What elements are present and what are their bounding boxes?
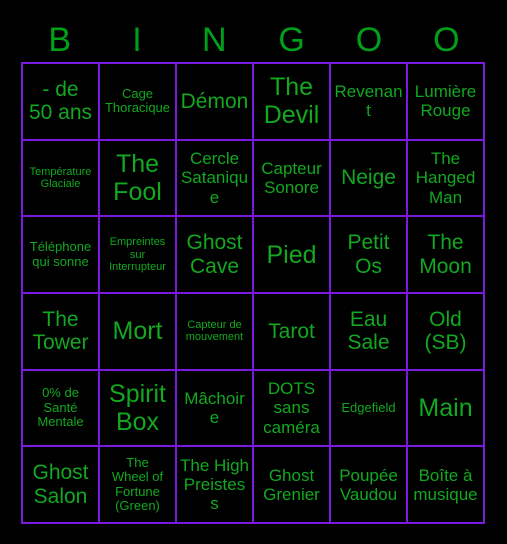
bingo-cell[interactable]: Cage Thoracique bbox=[100, 64, 177, 141]
bingo-cell[interactable]: Démon bbox=[177, 64, 254, 141]
bingo-cell-label: The Fool bbox=[113, 149, 162, 206]
bingo-cell[interactable]: Pied bbox=[254, 217, 331, 294]
bingo-cell[interactable]: The Moon bbox=[408, 217, 485, 294]
bingo-cell[interactable]: The Wheel of Fortune (Green) bbox=[100, 447, 177, 524]
bingo-cell-label: The Hanged Man bbox=[415, 149, 476, 207]
bingo-card: B I N G O O - de 50 ans Cage Thoracique Démon The D… bbox=[0, 0, 507, 544]
bingo-cell[interactable]: Ghost Cave bbox=[177, 217, 254, 294]
bingo-cell[interactable]: The Fool bbox=[100, 140, 177, 218]
bingo-cell[interactable]: Old (SB) bbox=[408, 293, 485, 371]
bingo-cell[interactable]: Ghost Salon bbox=[23, 447, 100, 524]
bingo-cell[interactable]: The Tower bbox=[23, 293, 100, 371]
bingo-cell[interactable]: 0% de Santé Mentale bbox=[23, 370, 100, 448]
bingo-cell[interactable]: DOTS sans caméra bbox=[254, 370, 331, 448]
bingo-cell-label: Edgefield bbox=[341, 399, 396, 415]
bingo-cell-label: Température Glaciale bbox=[29, 165, 92, 190]
bingo-header-letter: O bbox=[433, 20, 460, 59]
bingo-cell[interactable]: The Hanged Man bbox=[408, 140, 485, 218]
bingo-cell-label: The Tower bbox=[32, 307, 89, 355]
bingo-cell-label: Cercle Satanique bbox=[180, 149, 249, 207]
bingo-cell[interactable]: Capteur Sonore bbox=[254, 140, 331, 218]
bingo-cell[interactable]: Poupée Vaudou bbox=[331, 447, 408, 524]
bingo-header-row: BINGOO bbox=[21, 17, 485, 62]
bingo-cell[interactable]: Cercle Satanique bbox=[177, 140, 254, 218]
bingo-cell-label: Boîte à musique bbox=[413, 465, 478, 504]
bingo-cell-label: Neige bbox=[341, 166, 396, 190]
bingo-cell[interactable]: Lumière Rouge bbox=[408, 64, 485, 141]
bingo-cell-label: The Devil bbox=[263, 73, 320, 130]
bingo-cell-label: Cage Thoracique bbox=[104, 85, 171, 116]
bingo-header-letter: B bbox=[48, 20, 71, 59]
bingo-header-letter: G bbox=[278, 20, 305, 59]
bingo-cell[interactable]: Neige bbox=[331, 140, 408, 218]
bingo-cell[interactable]: Boîte à musique bbox=[408, 447, 485, 524]
bingo-grid: - de 50 ans Cage Thoracique Démon The Devil Rev… bbox=[21, 62, 485, 524]
bingo-cell-label: The High Preistess bbox=[180, 456, 249, 514]
bingo-cell[interactable]: Capteur de mouvement bbox=[177, 293, 254, 371]
bingo-cell-label: Main bbox=[418, 393, 473, 422]
bingo-cell-label: 0% de Santé Mentale bbox=[37, 385, 84, 430]
bingo-cell-label: Capteur de mouvement bbox=[185, 319, 244, 344]
bingo-cell[interactable]: Eau Sale bbox=[331, 293, 408, 371]
bingo-cell[interactable]: Téléphone qui sonne bbox=[23, 217, 100, 294]
bingo-cell-label: Capteur Sonore bbox=[261, 158, 322, 197]
bingo-cell-label: Ghost Cave bbox=[186, 231, 243, 278]
bingo-cell-label: Démon bbox=[180, 89, 249, 113]
bingo-cell-label: Lumière Rouge bbox=[414, 82, 477, 121]
bingo-header-letter: O bbox=[355, 20, 383, 59]
bingo-cell[interactable]: Petit Os bbox=[331, 217, 408, 294]
bingo-header-letter: N bbox=[202, 20, 227, 59]
bingo-cell[interactable]: Température Glaciale bbox=[23, 140, 100, 218]
bingo-cell-label: Ghost Grenier bbox=[263, 465, 320, 504]
bingo-cell-label: Empreintes sur Interrupteur bbox=[109, 236, 166, 273]
bingo-cell[interactable]: The Devil bbox=[254, 64, 331, 141]
bingo-cell-label: The Wheel of Fortune (Green) bbox=[111, 454, 164, 514]
bingo-cell-label: Tarot bbox=[268, 319, 315, 343]
bingo-cell-label: Revenant bbox=[334, 82, 403, 121]
bingo-cell[interactable]: Edgefield bbox=[331, 370, 408, 448]
bingo-cell[interactable]: Mâchoire bbox=[177, 370, 254, 448]
bingo-cell[interactable]: Tarot bbox=[254, 293, 331, 371]
bingo-cell-label: Petit Os bbox=[347, 231, 390, 278]
bingo-cell-label: Mort bbox=[112, 317, 163, 346]
bingo-cell[interactable]: Empreintes sur Interrupteur bbox=[100, 217, 177, 294]
bingo-cell-label: Spirit Box bbox=[109, 379, 166, 436]
bingo-cell-label: Eau Sale bbox=[347, 307, 390, 355]
bingo-cell-label: Poupée Vaudou bbox=[339, 465, 398, 504]
bingo-cell-label: Téléphone qui sonne bbox=[29, 239, 92, 269]
bingo-header-letter: I bbox=[132, 20, 142, 59]
bingo-cell-label: - de 50 ans bbox=[28, 77, 93, 125]
bingo-cell[interactable]: The High Preistess bbox=[177, 447, 254, 524]
bingo-cell[interactable]: Revenant bbox=[331, 64, 408, 141]
bingo-cell-label: Mâchoire bbox=[184, 388, 245, 427]
bingo-cell[interactable]: Ghost Grenier bbox=[254, 447, 331, 524]
bingo-cell[interactable]: Mort bbox=[100, 293, 177, 371]
bingo-cell-label: The Moon bbox=[419, 231, 472, 278]
bingo-cell[interactable]: Main bbox=[408, 370, 485, 448]
bingo-cell-label: Ghost Salon bbox=[32, 461, 89, 508]
bingo-cell[interactable]: Spirit Box bbox=[100, 370, 177, 448]
bingo-cell[interactable]: - de 50 ans bbox=[23, 64, 100, 141]
bingo-cell-label: Old (SB) bbox=[424, 307, 467, 355]
bingo-cell-label: Pied bbox=[266, 240, 317, 269]
bingo-cell-label: DOTS sans caméra bbox=[263, 379, 320, 437]
